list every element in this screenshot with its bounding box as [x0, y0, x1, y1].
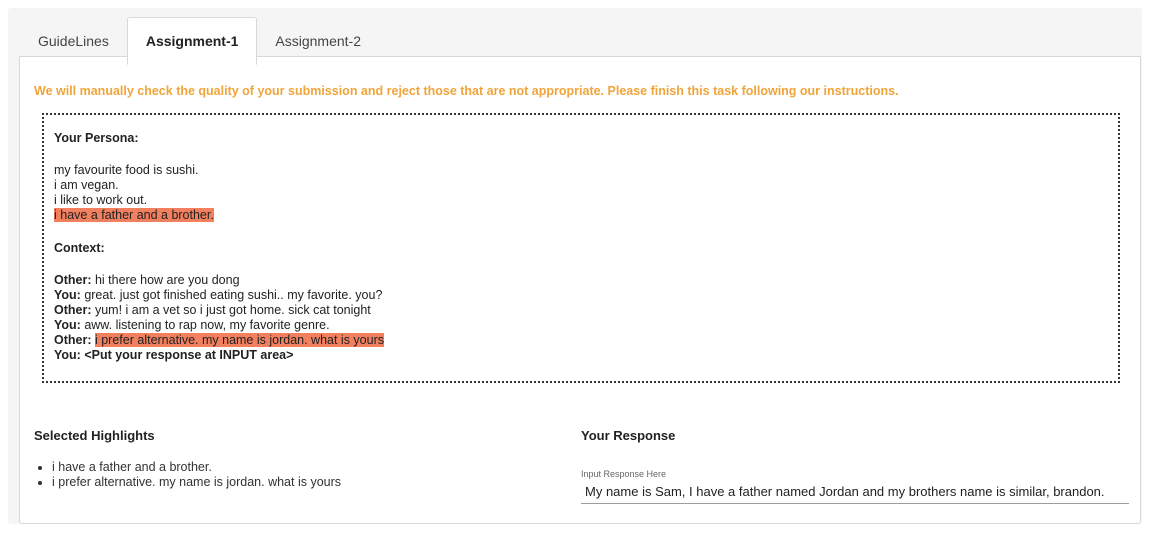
context-lines: Other: hi there how are you dong You: gr…	[54, 273, 1108, 363]
context-turn: You: great. just got finished eating sus…	[54, 288, 1108, 303]
response-input[interactable]	[581, 482, 1129, 504]
context-turn: You: aww. listening to rap now, my favor…	[54, 318, 1108, 333]
highlights-list: i have a father and a brother. i prefer …	[34, 460, 554, 490]
highlight-item: i prefer alternative. my name is jordan.…	[52, 475, 554, 490]
tab-assignment-1[interactable]: Assignment-1	[126, 17, 258, 65]
turn-text: great. just got finished eating sushi.. …	[80, 288, 383, 302]
persona-lines: my favourite food is sushi. i am vegan. …	[54, 163, 1108, 223]
turn-text: hi there how are you dong	[91, 273, 240, 287]
context-turn: Other: yum! i am a vet so i just got hom…	[54, 303, 1108, 318]
context-turn: Other: hi there how are you dong	[54, 273, 1108, 288]
quality-warning: We will manually check the quality of yo…	[34, 84, 899, 98]
selected-highlights: Selected Highlights i have a father and …	[34, 428, 554, 490]
speaker-label: You:	[54, 318, 81, 332]
highlight-item: i have a father and a brother.	[52, 460, 554, 475]
speaker-label: You:	[54, 288, 81, 302]
speaker-label: Other:	[54, 303, 92, 317]
persona-line: i am vegan.	[54, 178, 119, 192]
persona-title: Your Persona:	[54, 131, 139, 145]
persona-line-highlighted: i have a father and a brother.	[54, 208, 1108, 223]
speaker-label: Other:	[54, 333, 92, 347]
your-response: Your Response Input Response Here	[581, 428, 1129, 504]
response-title: Your Response	[581, 428, 676, 443]
response-input-label: Input Response Here	[581, 469, 667, 479]
speaker-label: You:	[54, 348, 81, 362]
context-highlight[interactable]: i prefer alternative. my name is jordan.…	[94, 333, 384, 347]
speaker-label: Other:	[54, 273, 92, 287]
dialog-box: Your Persona: my favourite food is sushi…	[42, 113, 1120, 383]
persona-line: i like to work out.	[54, 193, 148, 207]
context-turn-prompt: You: <Put your response at INPUT area>	[54, 348, 1108, 363]
context-title: Context:	[54, 241, 105, 255]
persona-highlight[interactable]: i have a father and a brother.	[54, 208, 214, 222]
persona-line: my favourite food is sushi.	[54, 163, 199, 177]
turn-text: aww. listening to rap now, my favorite g…	[80, 318, 330, 332]
context-turn: Other: i prefer alternative. my name is …	[54, 333, 1108, 348]
assignment-panel: We will manually check the quality of yo…	[19, 56, 1141, 524]
highlights-title: Selected Highlights	[34, 428, 155, 443]
input-prompt: <Put your response at INPUT area>	[80, 348, 294, 362]
turn-text: yum! i am a vet so i just got home. sick…	[91, 303, 371, 317]
